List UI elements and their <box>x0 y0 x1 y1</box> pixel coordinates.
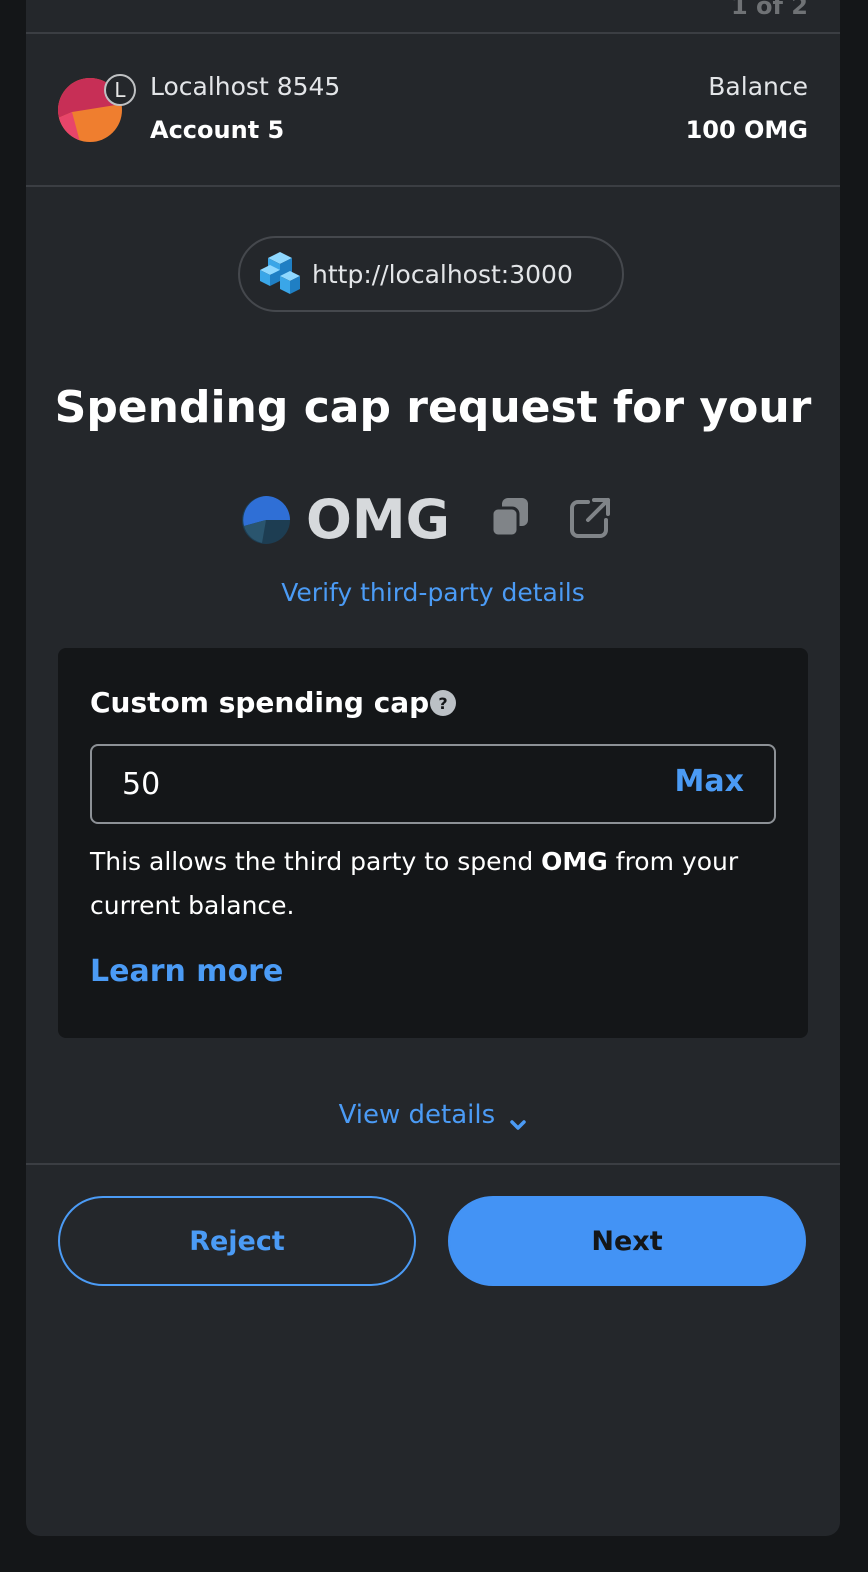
divider <box>26 185 840 187</box>
help-icon[interactable]: ? <box>430 690 456 716</box>
pager-indicator: 1 of 2 <box>730 0 808 20</box>
description-text: This allows the third party to spend <box>90 847 542 876</box>
spending-cap-card: Custom spending cap ? Max This allows th… <box>58 648 808 1038</box>
spending-cap-description: This allows the third party to spend OMG… <box>90 840 780 928</box>
network-name: Localhost 8545 <box>150 72 341 101</box>
network-badge: L <box>104 74 136 106</box>
view-details-toggle[interactable]: View details <box>26 1100 840 1130</box>
divider <box>26 32 840 34</box>
spending-cap-label: Custom spending cap <box>90 686 430 719</box>
site-favicon-icon <box>258 252 302 296</box>
token-symbol: OMG <box>306 488 450 551</box>
spending-cap-input[interactable] <box>122 762 642 806</box>
verify-third-party-link[interactable]: Verify third-party details <box>26 578 840 607</box>
origin-url: http://localhost:3000 <box>312 260 573 289</box>
view-details-label: View details <box>338 1100 496 1130</box>
divider <box>26 1163 840 1165</box>
balance-label: Balance <box>708 72 808 101</box>
balance-value: 100 OMG <box>685 116 808 144</box>
copy-icon[interactable] <box>490 496 532 538</box>
description-token: OMG <box>541 847 608 876</box>
external-link-icon[interactable] <box>568 496 612 540</box>
max-button[interactable]: Max <box>675 764 744 799</box>
spending-cap-field: Max <box>90 744 776 824</box>
token-icon <box>242 496 290 544</box>
confirmation-panel: 1 of 2 L Localhost 8545 Account 5 Balanc… <box>26 0 840 1536</box>
origin-pill: http://localhost:3000 <box>238 236 624 312</box>
chevron-down-icon <box>509 1109 527 1130</box>
learn-more-link[interactable]: Learn more <box>90 954 283 989</box>
page-title: Spending cap request for your <box>54 382 812 433</box>
account-name: Account 5 <box>150 116 285 144</box>
svg-text:?: ? <box>438 694 447 713</box>
next-button[interactable]: Next <box>448 1196 806 1286</box>
reject-button[interactable]: Reject <box>58 1196 416 1286</box>
